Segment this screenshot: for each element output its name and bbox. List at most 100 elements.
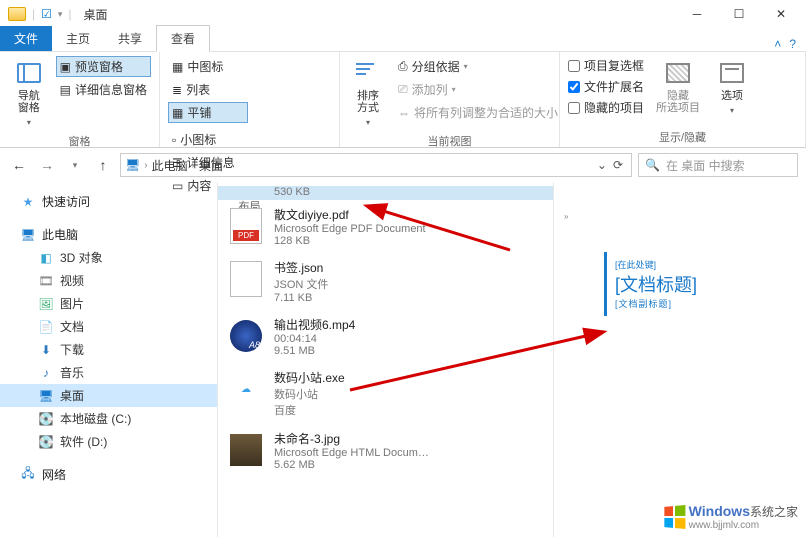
nav-recent-button[interactable]: ▾ <box>64 154 86 176</box>
doc-sup: [在此处键] <box>615 258 788 271</box>
nav-quick-access[interactable]: ★快速访问 <box>0 190 217 213</box>
ribbon-group-panes: 导航窗格 ▾ ▣预览窗格 ▤详细信息窗格 窗格 <box>0 52 160 147</box>
video-icon <box>228 316 264 356</box>
hide-selected-button[interactable]: 隐藏 所选项目 <box>650 56 706 118</box>
nav-videos[interactable]: 🎞视频 <box>0 269 217 292</box>
group-label: 显示/隐藏 <box>568 127 797 145</box>
close-button[interactable]: ✕ <box>760 0 802 28</box>
checkbox-icon[interactable]: ☑ <box>41 7 52 21</box>
divider-icon: | <box>32 7 35 21</box>
group-label: 窗格 <box>8 131 151 149</box>
file-size: 7.11 KB <box>274 292 328 304</box>
addcols-button[interactable]: ⎚添加列▾ <box>394 79 562 100</box>
chevron-right-icon[interactable]: › <box>192 160 195 171</box>
file-type: Microsoft Edge HTML Docum… <box>274 447 429 459</box>
file-type: JSON 文件 <box>274 276 328 292</box>
tiles-button[interactable]: ▦平铺 <box>168 102 248 123</box>
preview-pane-icon: ▣ <box>60 60 71 74</box>
address-bar[interactable]: 🖥 › 此电脑 › 桌面 ⌄ ⟳ <box>120 153 632 177</box>
folder-icon <box>8 7 26 21</box>
nav-3d-objects[interactable]: ◧3D 对象 <box>0 246 217 269</box>
watermark-brand1: Windows <box>689 503 750 519</box>
file-list[interactable]: 530 KB 散文diyiye.pdf Microsoft Edge PDF D… <box>218 182 554 537</box>
content-area: ★快速访问 🖥此电脑 ◧3D 对象 🎞视频 🖼图片 📄文档 ⬇下载 ♪音乐 🖥桌… <box>0 182 806 537</box>
medium-icons-button[interactable]: ▦中图标 <box>168 56 248 77</box>
maximize-button[interactable]: ☐ <box>718 0 760 28</box>
breadcrumb-thispc[interactable]: 此电脑 <box>152 157 188 174</box>
cube-icon: ◧ <box>38 250 54 266</box>
nav-forward-button[interactable]: → <box>36 154 58 176</box>
breadcrumb-desktop[interactable]: 桌面 <box>199 157 223 174</box>
tab-view[interactable]: 查看 <box>156 25 210 52</box>
cloud-icon: ☁ <box>228 369 264 409</box>
file-item[interactable]: 书签.json JSON 文件 7.11 KB <box>218 253 553 310</box>
groupby-button[interactable]: ⎙分组依据▾ <box>394 56 562 77</box>
address-dropdown-icon[interactable]: ⌄ <box>597 158 607 172</box>
search-input[interactable]: 🔍 在 桌面 中搜索 <box>638 153 798 177</box>
refresh-icon[interactable]: ⟳ <box>613 158 623 172</box>
nav-back-button[interactable]: ← <box>8 154 30 176</box>
title-bar: | ☑ ▾ | 桌面 ─ ☐ ✕ <box>0 0 806 28</box>
group-label: 当前视图 <box>348 131 551 149</box>
watermark-url: www.bjjmlv.com <box>689 520 798 531</box>
file-item[interactable]: ☁ 数码小站.exe 数码小站 百度 <box>218 363 553 424</box>
chevron-down-icon: ▾ <box>366 118 370 127</box>
ribbon-group-layout: ▦中图标 ≣列表 ▦平铺 ▫小图标 ☰详细信息 ▭内容 布局 <box>160 52 340 147</box>
tab-share[interactable]: 共享 <box>104 26 156 51</box>
minimize-button[interactable]: ─ <box>676 0 718 28</box>
nav-desktop[interactable]: 🖥桌面 <box>0 384 217 407</box>
file-name: 输出视频6.mp4 <box>274 316 355 333</box>
nav-pane-button[interactable]: 导航窗格 ▾ <box>8 56 50 131</box>
nav-pictures[interactable]: 🖼图片 <box>0 292 217 315</box>
help-icon[interactable]: ? <box>789 37 796 51</box>
file-name: 书签.json <box>274 259 328 276</box>
options-button[interactable]: 选项 ▾ <box>712 56 752 119</box>
file-item[interactable]: 输出视频6.mp4 00:04:14 9.51 MB <box>218 310 553 363</box>
tab-file[interactable]: 文件 <box>0 26 52 51</box>
address-row: ← → ▾ ↑ 🖥 › 此电脑 › 桌面 ⌄ ⟳ 🔍 在 桌面 中搜索 <box>0 148 806 182</box>
hidden-items-toggle[interactable]: 隐藏的项目 <box>568 98 644 117</box>
json-icon <box>228 259 264 299</box>
nav-documents[interactable]: 📄文档 <box>0 315 217 338</box>
navigation-pane[interactable]: ★快速访问 🖥此电脑 ◧3D 对象 🎞视频 🖼图片 📄文档 ⬇下载 ♪音乐 🖥桌… <box>0 182 218 537</box>
quick-access-toolbar: | ☑ ▾ | <box>4 7 72 21</box>
extensions-toggle[interactable]: 文件扩展名 <box>568 77 644 96</box>
chevron-right-icon[interactable]: › <box>144 160 147 171</box>
chevron-down-icon: ▾ <box>730 106 734 115</box>
tab-home[interactable]: 主页 <box>52 26 104 51</box>
file-size: 9.51 MB <box>274 345 355 357</box>
file-item[interactable]: 未命名-3.jpg Microsoft Edge HTML Docum… 5.6… <box>218 424 553 477</box>
drive-icon: 💽 <box>38 434 54 450</box>
nav-soft-d[interactable]: 💽软件 (D:) <box>0 430 217 453</box>
doc-title: [文档标题] <box>615 271 788 297</box>
list-button[interactable]: ≣列表 <box>168 79 248 100</box>
dropdown-icon[interactable]: ▾ <box>58 9 63 20</box>
file-size: 530 KB <box>274 186 310 198</box>
file-item[interactable]: 530 KB <box>218 186 553 200</box>
sort-button[interactable]: 排序方式 ▾ <box>348 56 388 131</box>
nav-music[interactable]: ♪音乐 <box>0 361 217 384</box>
nav-downloads[interactable]: ⬇下载 <box>0 338 217 361</box>
file-item[interactable]: 散文diyiye.pdf Microsoft Edge PDF Document… <box>218 200 553 253</box>
file-name: 散文diyiye.pdf <box>274 206 426 223</box>
nav-up-button[interactable]: ↑ <box>92 154 114 176</box>
preview-pane-button[interactable]: ▣预览窗格 <box>56 56 151 77</box>
collapse-ribbon-icon[interactable]: ˄ <box>774 37 781 51</box>
checkboxes-toggle[interactable]: 项目复选框 <box>568 56 644 75</box>
desktop-icon: 🖥 <box>38 388 54 404</box>
nav-this-pc[interactable]: 🖥此电脑 <box>0 223 217 246</box>
file-type: Microsoft Edge PDF Document <box>274 223 426 235</box>
search-icon: 🔍 <box>645 158 660 172</box>
nav-local-c[interactable]: 💽本地磁盘 (C:) <box>0 407 217 430</box>
file-name: 未命名-3.jpg <box>274 430 429 447</box>
nav-network[interactable]: 🖧网络 <box>0 463 217 486</box>
small-icons-button[interactable]: ▫小图标 <box>168 129 256 150</box>
drive-icon: 💽 <box>38 411 54 427</box>
video-icon: 🎞 <box>38 273 54 289</box>
preview-marker: » <box>564 212 568 221</box>
file-meta: 百度 <box>274 402 345 418</box>
ribbon-group-showhide: 项目复选框 文件扩展名 隐藏的项目 隐藏 所选项目 选项 ▾ 显示/隐藏 <box>560 52 806 147</box>
download-icon: ⬇ <box>38 342 54 358</box>
autofit-button[interactable]: ⇔将所有列调整为合适的大小 <box>394 102 562 123</box>
details-pane-button[interactable]: ▤详细信息窗格 <box>56 79 151 100</box>
